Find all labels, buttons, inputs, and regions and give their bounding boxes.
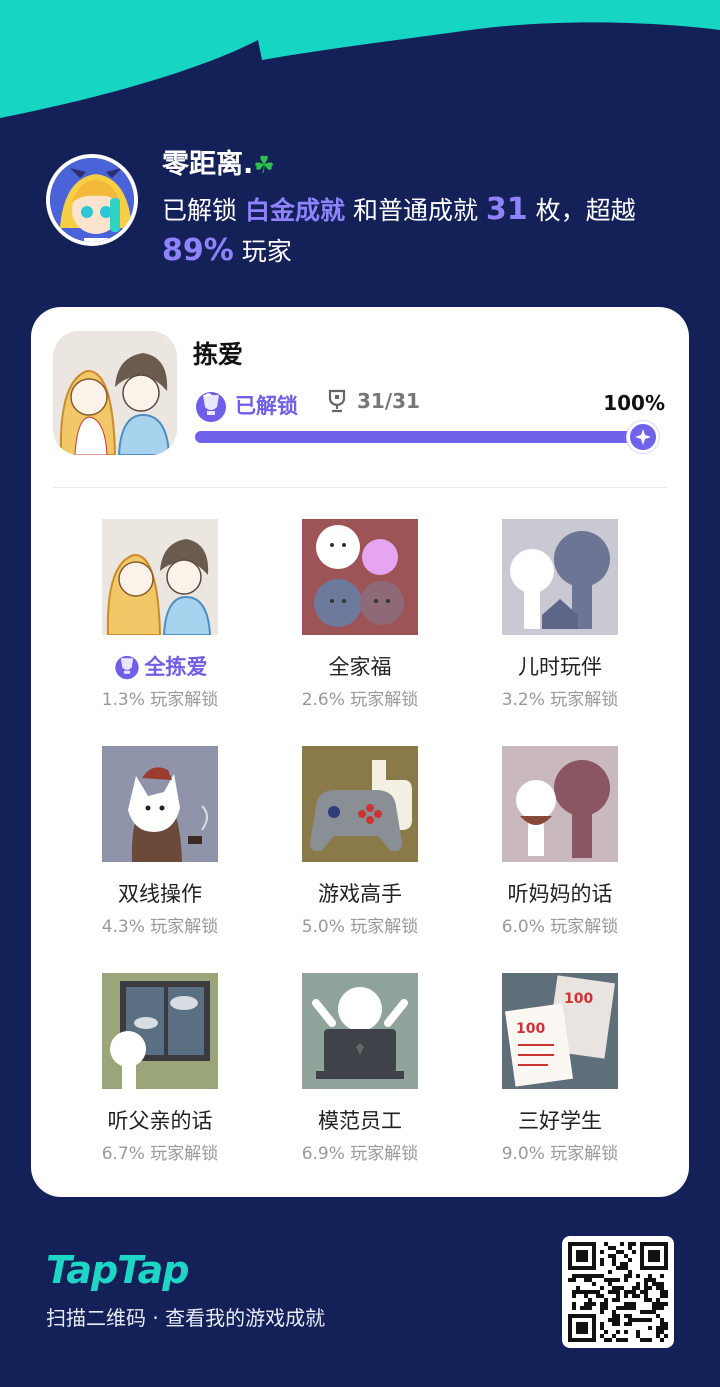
taptap-logo[interactable]: TapTap [46, 1248, 190, 1292]
achievement-icon [502, 519, 618, 635]
game-title[interactable]: 拣爱 [193, 335, 243, 371]
achievement-name: 双线操作 [118, 882, 202, 906]
profile-header: 零距离.☘ 已解锁 白金成就 和普通成就 31 枚，超越 89% 玩家 [46, 140, 686, 270]
unlock-rate: 6.9% 玩家解锁 [301, 1144, 419, 1164]
achievement-name: 三好学生 [518, 1109, 602, 1133]
achievement-name: 听父亲的话 [107, 1109, 213, 1133]
achievement-name: 儿时玩伴 [518, 655, 602, 679]
achievement-icon: 100 100 [502, 973, 618, 1089]
achievement-name: 全拣爱 [60, 651, 260, 681]
qr-code[interactable] [562, 1236, 674, 1348]
progress-bar [195, 431, 647, 443]
achievement-item[interactable]: 双线操作 4.3% 玩家解锁 [60, 746, 260, 937]
progress-fill [195, 431, 647, 443]
achievement-item[interactable]: 100 100 三好学生 9.0% 玩家解锁 [460, 973, 660, 1164]
achievement-item[interactable]: 游戏高手 5.0% 玩家解锁 [260, 746, 460, 937]
unlock-rate: 1.3% 玩家解锁 [101, 690, 219, 710]
game-cover-image[interactable] [53, 331, 177, 455]
unlock-rate: 5.0% 玩家解锁 [301, 917, 419, 937]
achievement-item[interactable]: 听父亲的话 6.7% 玩家解锁 [60, 973, 260, 1164]
achievement-icon [302, 519, 418, 635]
achievement-name: 听妈妈的话 [507, 882, 613, 906]
avatar[interactable] [46, 154, 138, 246]
svg-text:100: 100 [516, 1021, 545, 1037]
trophy-count: 31/31 [327, 389, 420, 413]
unlock-rate: 4.3% 玩家解锁 [101, 917, 219, 937]
achievement-name: 模范员工 [318, 1109, 402, 1133]
achievement-icon [302, 746, 418, 862]
unlock-rate: 2.6% 玩家解锁 [301, 690, 419, 710]
achievement-icon [102, 746, 218, 862]
achievement-item[interactable]: 模范员工 6.9% 玩家解锁 [260, 973, 460, 1164]
svg-text:100: 100 [564, 991, 593, 1007]
clover-icon: ☘ [253, 151, 275, 179]
achievement-item[interactable]: 全家福 2.6% 玩家解锁 [260, 519, 460, 710]
divider [53, 487, 667, 488]
achievement-item[interactable]: 全拣爱 1.3% 玩家解锁 [60, 519, 260, 710]
platinum-trophy-icon [114, 655, 139, 680]
platinum-unlocked-badge: 已解锁 [193, 387, 298, 423]
achievement-name: 全家福 [328, 655, 392, 679]
progress-percent: 100% [603, 391, 665, 415]
platinum-trophy-icon [196, 392, 226, 422]
achievement-name: 游戏高手 [318, 882, 402, 906]
achievement-icon [102, 519, 218, 635]
sparkle-icon [627, 421, 659, 453]
achievement-item[interactable]: 听妈妈的话 6.0% 玩家解锁 [460, 746, 660, 937]
unlock-rate: 6.0% 玩家解锁 [501, 917, 619, 937]
unlock-rate: 3.2% 玩家解锁 [501, 690, 619, 710]
username: 零距离.☘ [162, 149, 275, 180]
achievement-item[interactable]: 儿时玩伴 3.2% 玩家解锁 [460, 519, 660, 710]
top-wave-decoration [0, 0, 720, 118]
trophy-icon [328, 389, 346, 413]
footer-caption: 扫描二维码 · 查看我的游戏成就 [46, 1306, 326, 1330]
unlock-rate: 9.0% 玩家解锁 [501, 1144, 619, 1164]
achievement-icon [102, 973, 218, 1089]
achievement-card: 拣爱 已解锁 31/31 100% 全拣爱 1.3% 玩家解锁 全家福 2.6%… [31, 307, 689, 1197]
unlock-rate: 6.7% 玩家解锁 [101, 1144, 219, 1164]
achievement-icon [302, 973, 418, 1089]
achievement-summary: 已解锁 白金成就 和普通成就 31 枚，超越 89% 玩家 [162, 192, 636, 268]
achievement-icon [502, 746, 618, 862]
